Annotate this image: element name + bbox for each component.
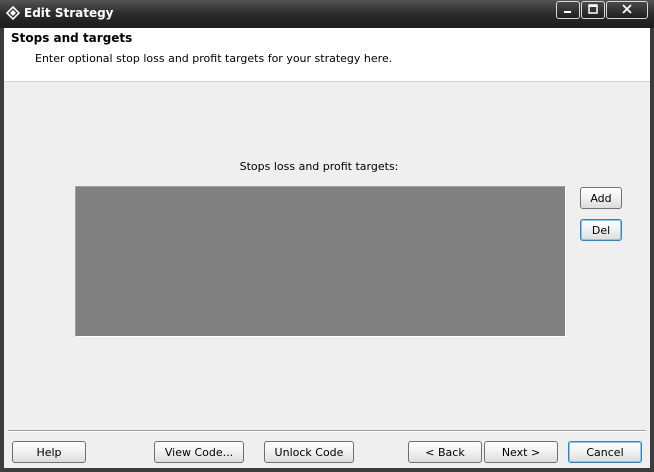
unlock-code-button[interactable]: Unlock Code [264, 441, 354, 463]
stops-targets-list[interactable] [75, 186, 566, 337]
dialog-client-area: Stops and targets Enter optional stop lo… [4, 28, 650, 468]
back-button[interactable]: < Back [408, 441, 482, 463]
window-title: Edit Strategy [24, 6, 114, 20]
maximize-button[interactable] [581, 1, 605, 19]
title-bar[interactable]: Edit Strategy [0, 0, 654, 28]
minimize-button[interactable] [556, 1, 580, 19]
page-subtitle: Enter optional stop loss and profit targ… [35, 52, 393, 65]
footer-separator [8, 430, 646, 432]
maximize-icon [588, 3, 598, 17]
help-button[interactable]: Help [12, 441, 86, 463]
del-button[interactable]: Del [580, 219, 622, 241]
wizard-header: Stops and targets Enter optional stop lo… [4, 28, 650, 82]
view-code-button[interactable]: View Code... [154, 441, 244, 463]
add-button[interactable]: Add [580, 187, 622, 209]
page-title: Stops and targets [11, 31, 133, 45]
strategy-diamond-icon [5, 5, 21, 21]
close-icon [622, 3, 632, 17]
next-button[interactable]: Next > [484, 441, 558, 463]
minimize-icon [563, 3, 573, 17]
edit-strategy-window: Edit Strategy Stops and targets Enter op… [0, 0, 654, 472]
stops-targets-label: Stops loss and profit targets: [239, 160, 399, 173]
cancel-button[interactable]: Cancel [568, 441, 642, 463]
close-button[interactable] [606, 1, 648, 19]
